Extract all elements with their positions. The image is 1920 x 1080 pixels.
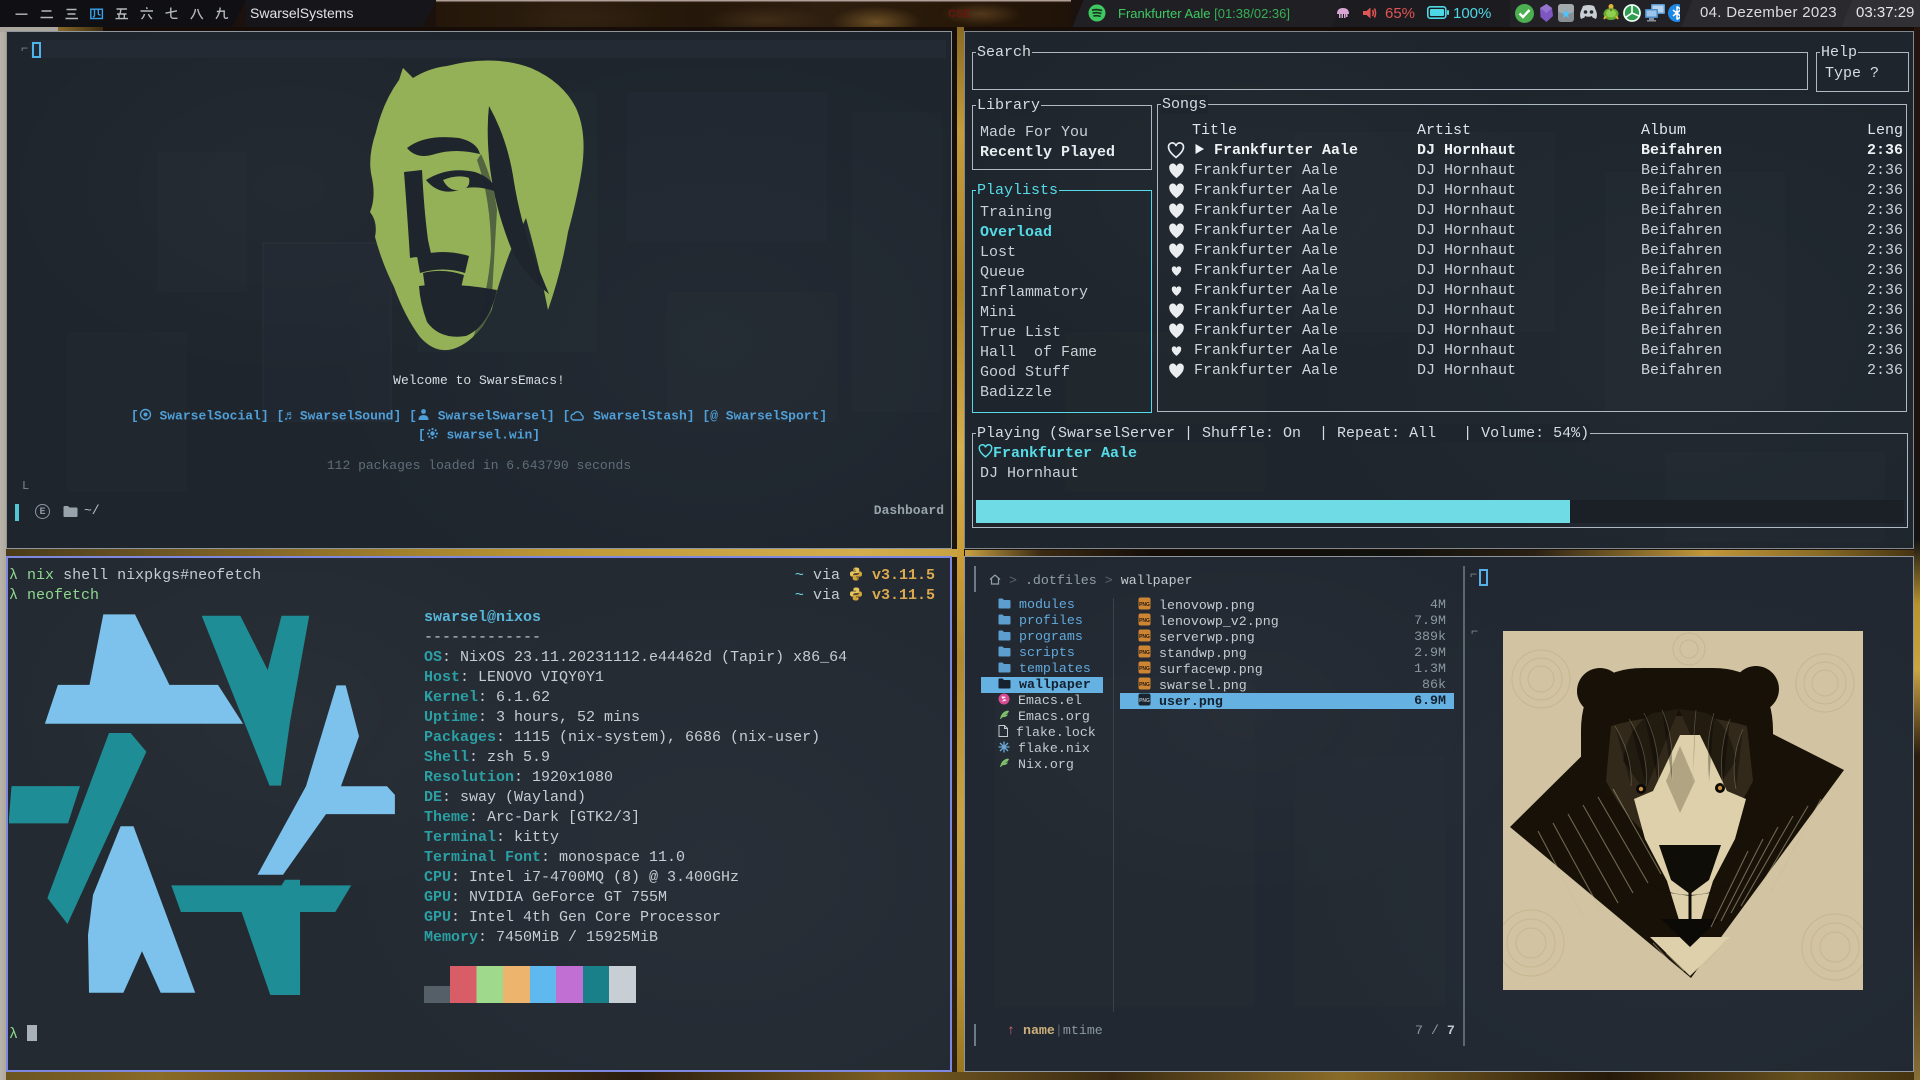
svg-text:PNG: PNG bbox=[1139, 698, 1150, 704]
svg-text:PNG: PNG bbox=[1139, 602, 1150, 608]
svg-text:PNG: PNG bbox=[1139, 682, 1150, 688]
svg-text:PNG: PNG bbox=[1139, 650, 1150, 656]
svg-text:PNG: PNG bbox=[1139, 634, 1150, 640]
svg-text:PNG: PNG bbox=[1139, 666, 1150, 672]
svg-text:PNG: PNG bbox=[1139, 618, 1150, 624]
